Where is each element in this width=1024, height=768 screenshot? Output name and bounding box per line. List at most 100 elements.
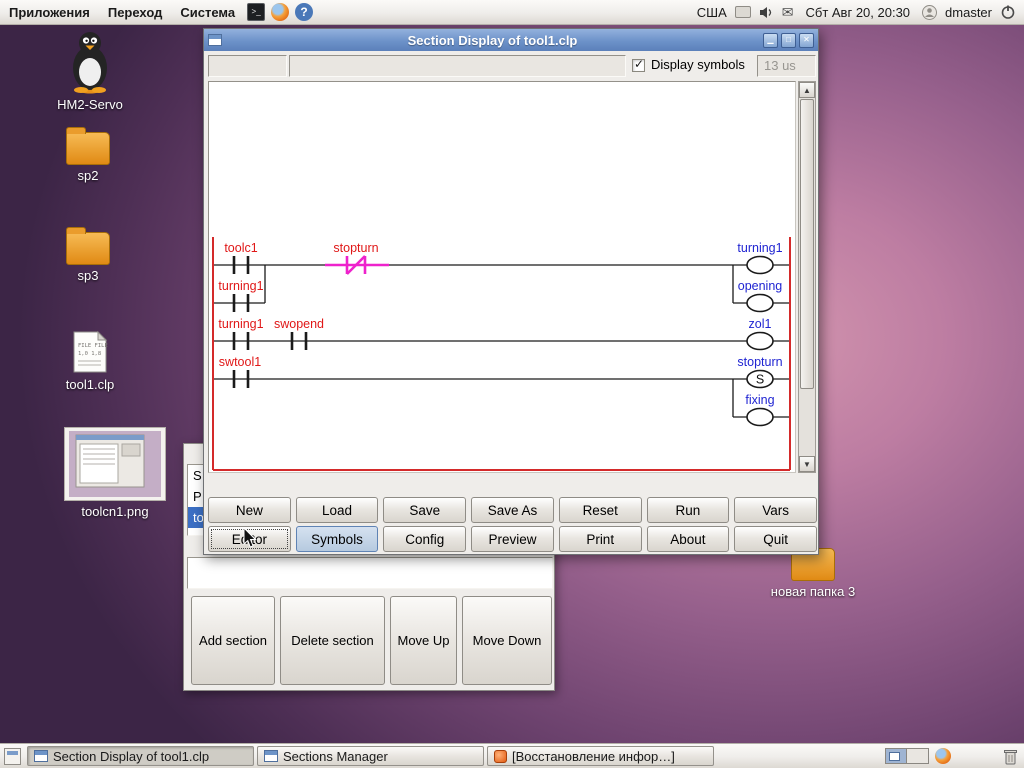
power-icon[interactable] (1000, 4, 1016, 20)
new-button[interactable]: New (208, 497, 291, 523)
close-button[interactable]: ✕ (799, 32, 814, 48)
task-label: [Восстановление инфор…] (512, 748, 675, 764)
help-launcher-icon[interactable]: ? (295, 3, 314, 21)
titlebar[interactable]: Section Display of tool1.clp ▁ □ ✕ (204, 29, 818, 51)
firefox-tray-icon[interactable] (935, 748, 951, 764)
desktop-icon-sp3[interactable]: sp3 (33, 227, 143, 283)
scan-time-field: 13 us (757, 55, 816, 77)
folder-icon (66, 127, 110, 165)
save-button[interactable]: Save (383, 497, 467, 523)
ladder-area: toolc1 stopturn turning1 turning1 openin… (208, 81, 796, 473)
desktop-icon-tool1-clp[interactable]: FILE FILE 1,0 1,8 tool1.clp (35, 330, 145, 392)
menu-system[interactable]: Система (171, 0, 244, 24)
show-desktop-icon[interactable] (4, 747, 21, 765)
svg-text:turning1: turning1 (218, 279, 263, 293)
quit-button[interactable]: Quit (734, 526, 817, 552)
desktop-icon-toolcn1-png[interactable]: toolcn1.png (60, 427, 170, 519)
taskbar-item-section-display[interactable]: Section Display of tool1.clp (27, 746, 254, 766)
desktop-icon-hm2-servo[interactable]: HM2-Servo (35, 30, 145, 112)
file-icon: FILE FILE 1,0 1,8 (73, 330, 108, 373)
mail-icon[interactable]: ✉ (782, 4, 794, 21)
svg-text:zol1: zol1 (749, 317, 772, 331)
user-icon[interactable] (922, 4, 938, 20)
desktop-icon-label: HM2-Servo (57, 97, 123, 112)
toolbar: Display symbols 13 us (204, 51, 818, 81)
vertical-scrollbar[interactable]: ▲ ▼ (798, 81, 816, 473)
highlighted-nc-contact (325, 255, 389, 275)
workspace-1[interactable] (886, 749, 907, 763)
firefox-launcher-icon[interactable] (271, 3, 290, 21)
svg-text:turning1: turning1 (737, 241, 782, 255)
svg-text:FILE FILE: FILE FILE (78, 343, 108, 349)
symbols-button[interactable]: Symbols (295, 526, 379, 552)
window-icon (34, 750, 48, 762)
keyboard-icon[interactable] (734, 6, 751, 18)
main-menus: Приложения Переход Система >_ ? (0, 0, 316, 24)
recovery-app-icon (494, 749, 507, 763)
preview-button[interactable]: Preview (471, 526, 554, 552)
save-as-button[interactable]: Save As (471, 497, 554, 523)
terminal-glyph: >_ (251, 6, 261, 16)
button-row-1: New Load Save Save As Reset Run Vars (208, 497, 817, 523)
comment-field[interactable] (289, 55, 626, 77)
display-symbols-label[interactable]: Display symbols (651, 57, 745, 72)
svg-text:turning1: turning1 (218, 317, 263, 331)
desktop-icon-label: tool1.clp (65, 377, 115, 392)
menu-places[interactable]: Переход (99, 0, 172, 24)
terminal-launcher-icon[interactable]: >_ (247, 3, 266, 21)
svg-text:1,0 1,8: 1,0 1,8 (78, 351, 101, 357)
scrollbar-thumb[interactable] (800, 99, 814, 389)
mouse-cursor (243, 527, 257, 548)
move-down-button[interactable]: Move Down (462, 596, 552, 685)
minimize-button[interactable]: ▁ (763, 32, 778, 48)
svg-text:swopend: swopend (274, 317, 324, 331)
run-button[interactable]: Run (646, 497, 730, 523)
maximize-button[interactable]: □ (781, 32, 796, 48)
taskbar-item-recovery[interactable]: [Восстановление инфор…] (487, 746, 714, 766)
workspace-switcher[interactable] (885, 748, 929, 764)
menu-applications[interactable]: Приложения (0, 0, 99, 24)
reset-button[interactable]: Reset (558, 497, 642, 523)
svg-text:S: S (756, 373, 764, 387)
display-symbols-checkbox[interactable] (632, 57, 645, 72)
window-title: Section Display of tool1.clp (407, 32, 578, 48)
ladder-diagram: toolc1 stopturn turning1 turning1 openin… (212, 237, 791, 471)
move-up-button[interactable]: Move Up (390, 596, 457, 685)
folder-icon (66, 227, 110, 265)
scroll-down-button[interactable]: ▼ (799, 456, 815, 472)
section-display-window: Section Display of tool1.clp ▁ □ ✕ Displ… (203, 28, 819, 555)
username[interactable]: dmaster (945, 5, 992, 20)
button-row-2: Editor Symbols Config Preview Print Abou… (208, 526, 817, 552)
svg-text:swtool1: swtool1 (219, 355, 261, 369)
workspace-2[interactable] (907, 749, 928, 763)
trash-icon[interactable] (1003, 748, 1018, 765)
volume-icon[interactable] (759, 6, 774, 19)
taskbar-item-sections-manager[interactable]: Sections Manager (257, 746, 484, 766)
desktop-icon-sp2[interactable]: sp2 (33, 127, 143, 183)
svg-text:opening: opening (738, 279, 783, 293)
scan-time-value: 13 us (764, 58, 796, 73)
about-button[interactable]: About (646, 526, 730, 552)
panel-indicators: США ✉ Сбт Авг 20, 20:30 dmaster (697, 4, 1024, 21)
scroll-up-button[interactable]: ▲ (799, 82, 815, 98)
top-panel: Приложения Переход Система >_ ? США ✉ Сб… (0, 0, 1024, 25)
keyboard-layout-indicator[interactable]: США (697, 5, 727, 20)
section-name-field[interactable] (208, 55, 287, 77)
penguin-icon (73, 32, 107, 94)
desktop-icon-new-folder-3[interactable]: новая папка 3 (758, 543, 868, 599)
desktop-icon-label: toolcn1.png (81, 504, 149, 519)
desktop-icon-label: sp3 (77, 268, 99, 283)
print-button[interactable]: Print (558, 526, 642, 552)
clock[interactable]: Сбт Авг 20, 20:30 (801, 5, 914, 20)
svg-text:fixing: fixing (745, 393, 774, 407)
taskbar-tray (885, 748, 1024, 765)
svg-text:stopturn: stopturn (333, 241, 378, 255)
svg-text:stopturn: stopturn (737, 355, 782, 369)
delete-section-button[interactable]: Delete section (280, 596, 385, 685)
image-thumbnail (64, 427, 166, 501)
add-section-button[interactable]: Add section (191, 596, 275, 685)
vars-button[interactable]: Vars (734, 497, 817, 523)
config-button[interactable]: Config (383, 526, 467, 552)
task-label: Sections Manager (283, 748, 388, 764)
load-button[interactable]: Load (295, 497, 379, 523)
